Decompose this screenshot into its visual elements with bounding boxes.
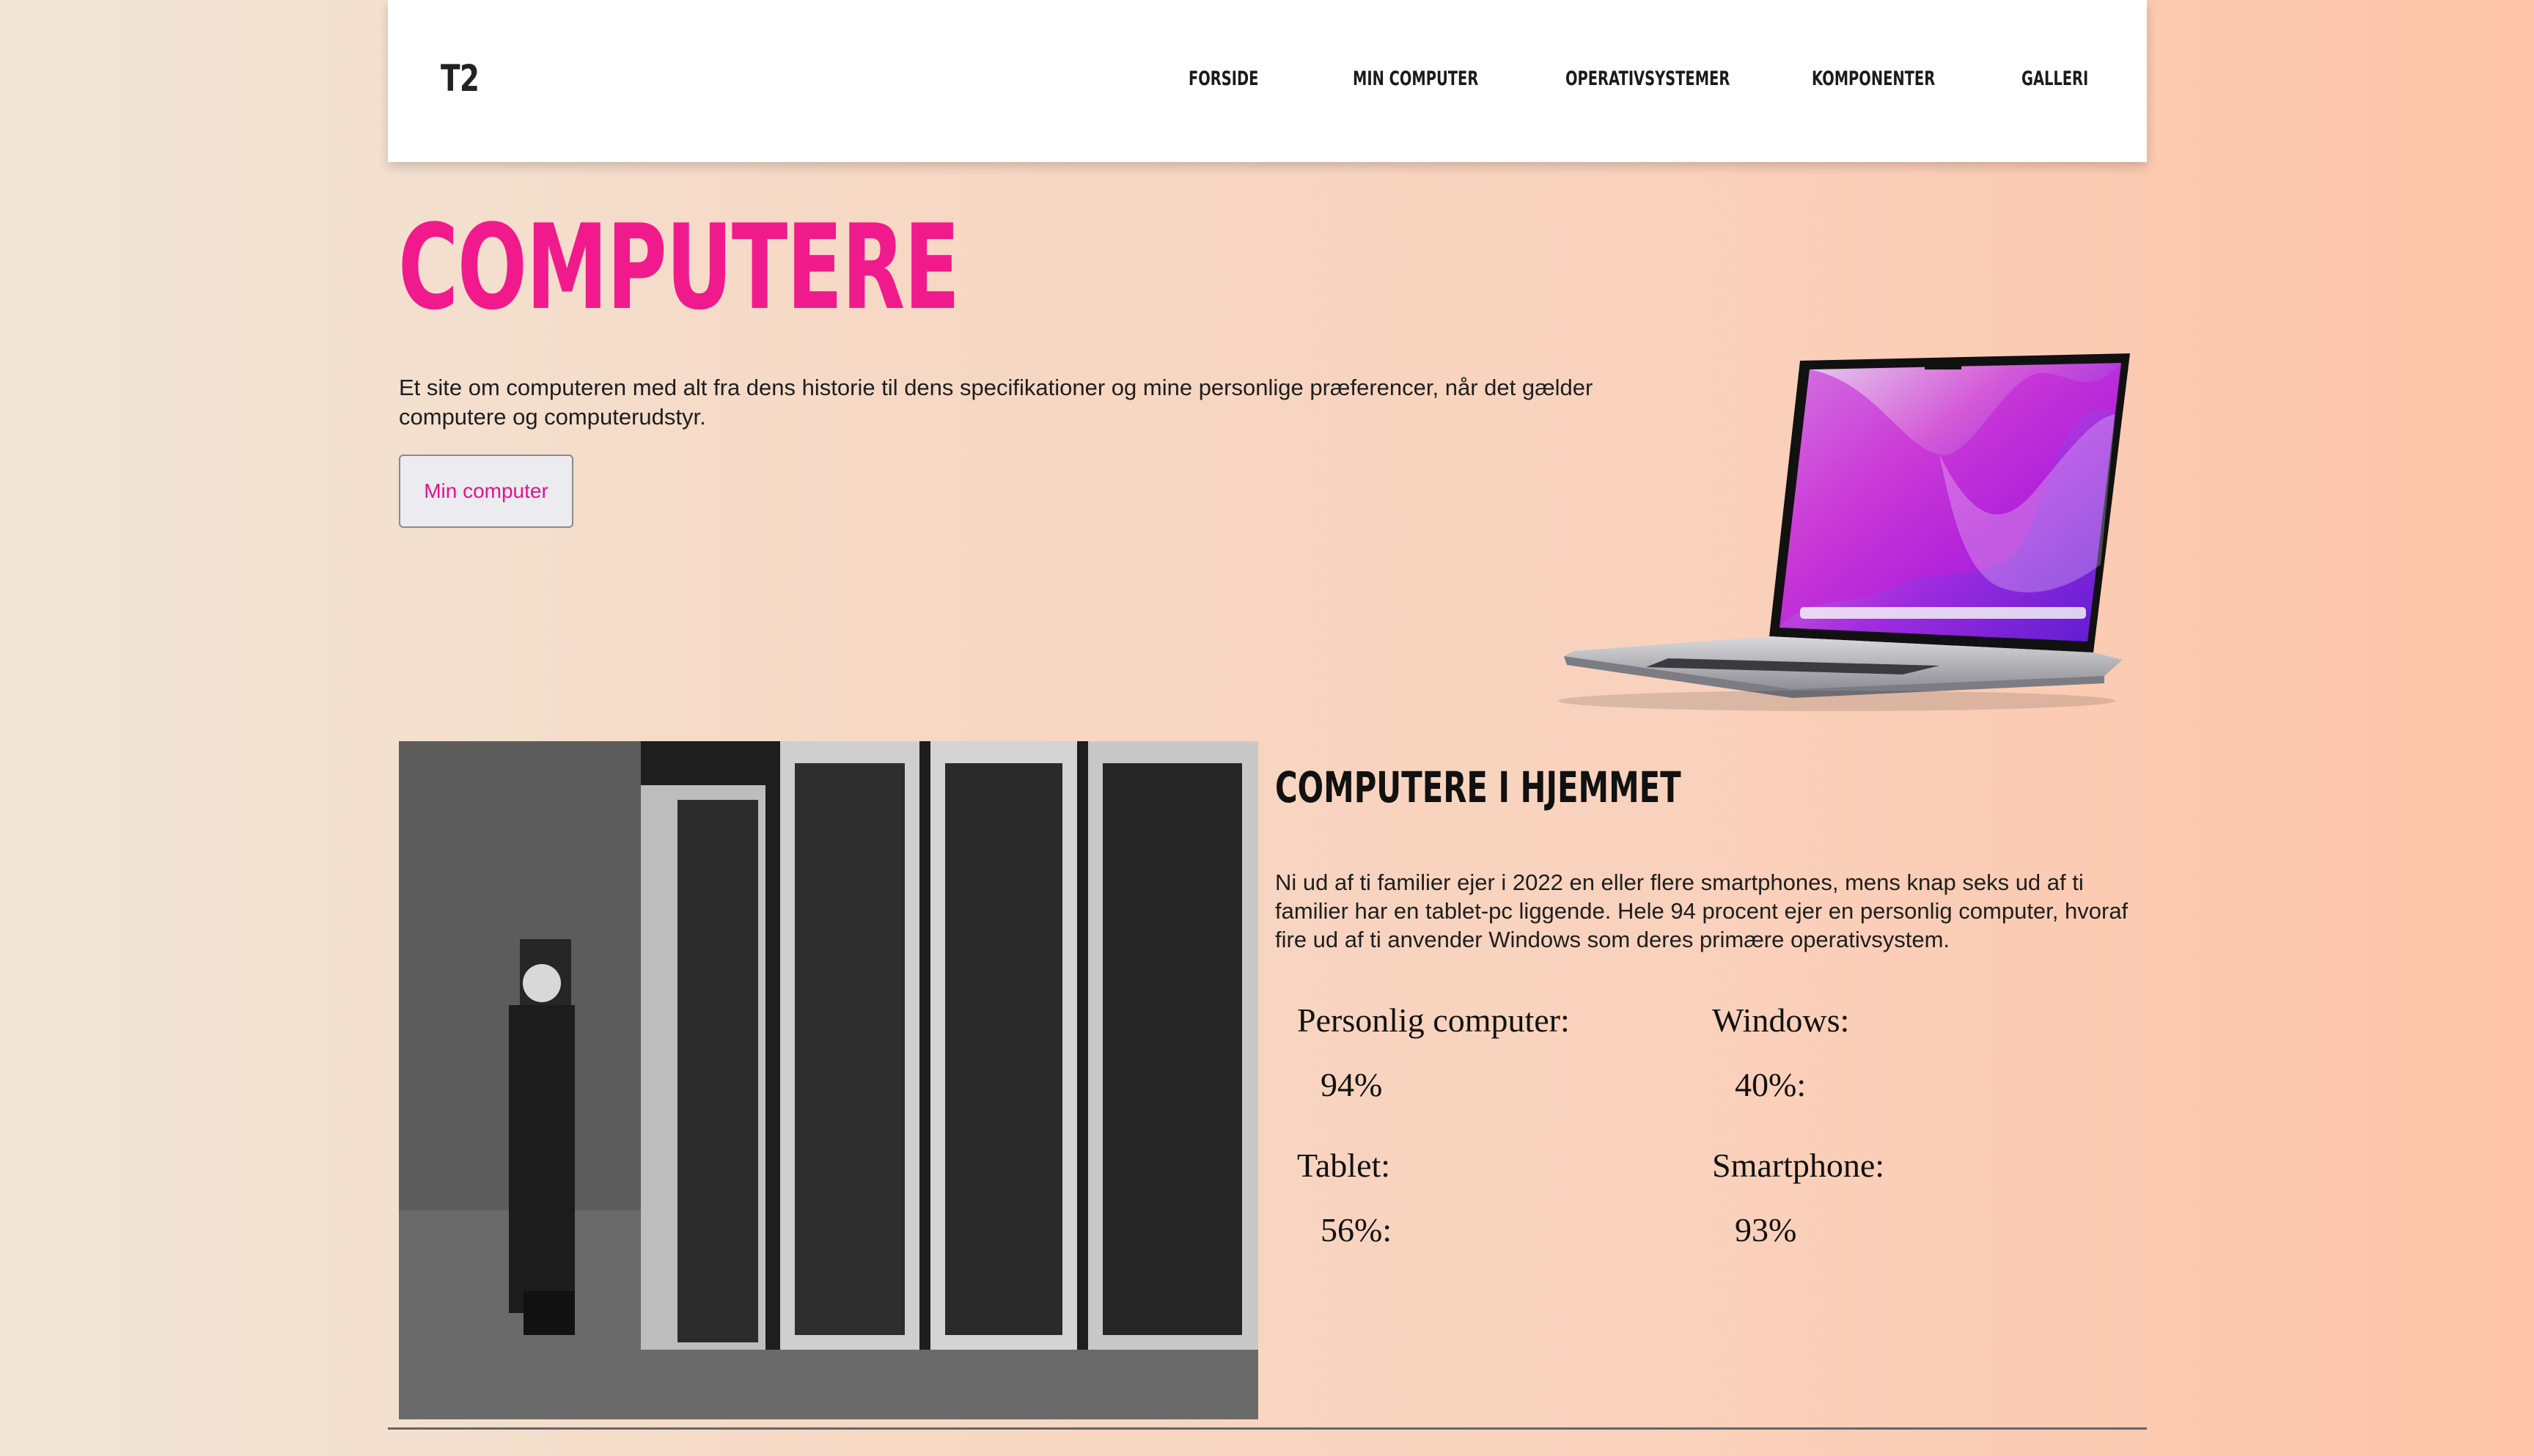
laptop-image bbox=[1558, 353, 2130, 711]
section-title: COMPUTERE I HJEMMET bbox=[1275, 762, 1681, 812]
stat-label-tablet: Tablet: bbox=[1297, 1147, 1391, 1184]
nav-komponenter[interactable]: KOMPONENTER bbox=[1812, 67, 1935, 90]
stat-label-windows: Windows: bbox=[1712, 1001, 1850, 1039]
nav-forside[interactable]: FORSIDE bbox=[1189, 67, 1258, 90]
stat-value-personlig-computer: 94% bbox=[1321, 1066, 1383, 1103]
historic-computer-photo bbox=[399, 741, 1258, 1419]
stat-label-smartphone: Smartphone: bbox=[1712, 1147, 1885, 1184]
nav-min-computer[interactable]: MIN COMPUTER bbox=[1353, 67, 1478, 90]
site-header: T2 FORSIDE MIN COMPUTER OPERATIVSYSTEMER… bbox=[388, 0, 2147, 162]
hero-description: Et site om computeren med alt fra dens h… bbox=[399, 375, 1593, 430]
footer-divider bbox=[388, 1427, 2147, 1430]
min-computer-button[interactable]: Min computer bbox=[399, 455, 573, 528]
stat-value-windows: 40%: bbox=[1735, 1066, 1807, 1103]
stat-value-tablet: 56%: bbox=[1321, 1211, 1392, 1249]
nav-operativsystemer[interactable]: OPERATIVSYSTEMER bbox=[1565, 67, 1730, 90]
main-nav: FORSIDE MIN COMPUTER OPERATIVSYSTEMER KO… bbox=[388, 67, 2147, 97]
hero-title: COMPUTERE bbox=[398, 199, 960, 336]
stat-label-personlig-computer: Personlig computer: bbox=[1297, 1001, 1570, 1039]
section-description: Ni ud af ti familier ejer i 2022 en elle… bbox=[1275, 869, 2129, 952]
stat-value-smartphone: 93% bbox=[1735, 1211, 1797, 1249]
nav-galleri[interactable]: GALLERI bbox=[2021, 67, 2088, 90]
